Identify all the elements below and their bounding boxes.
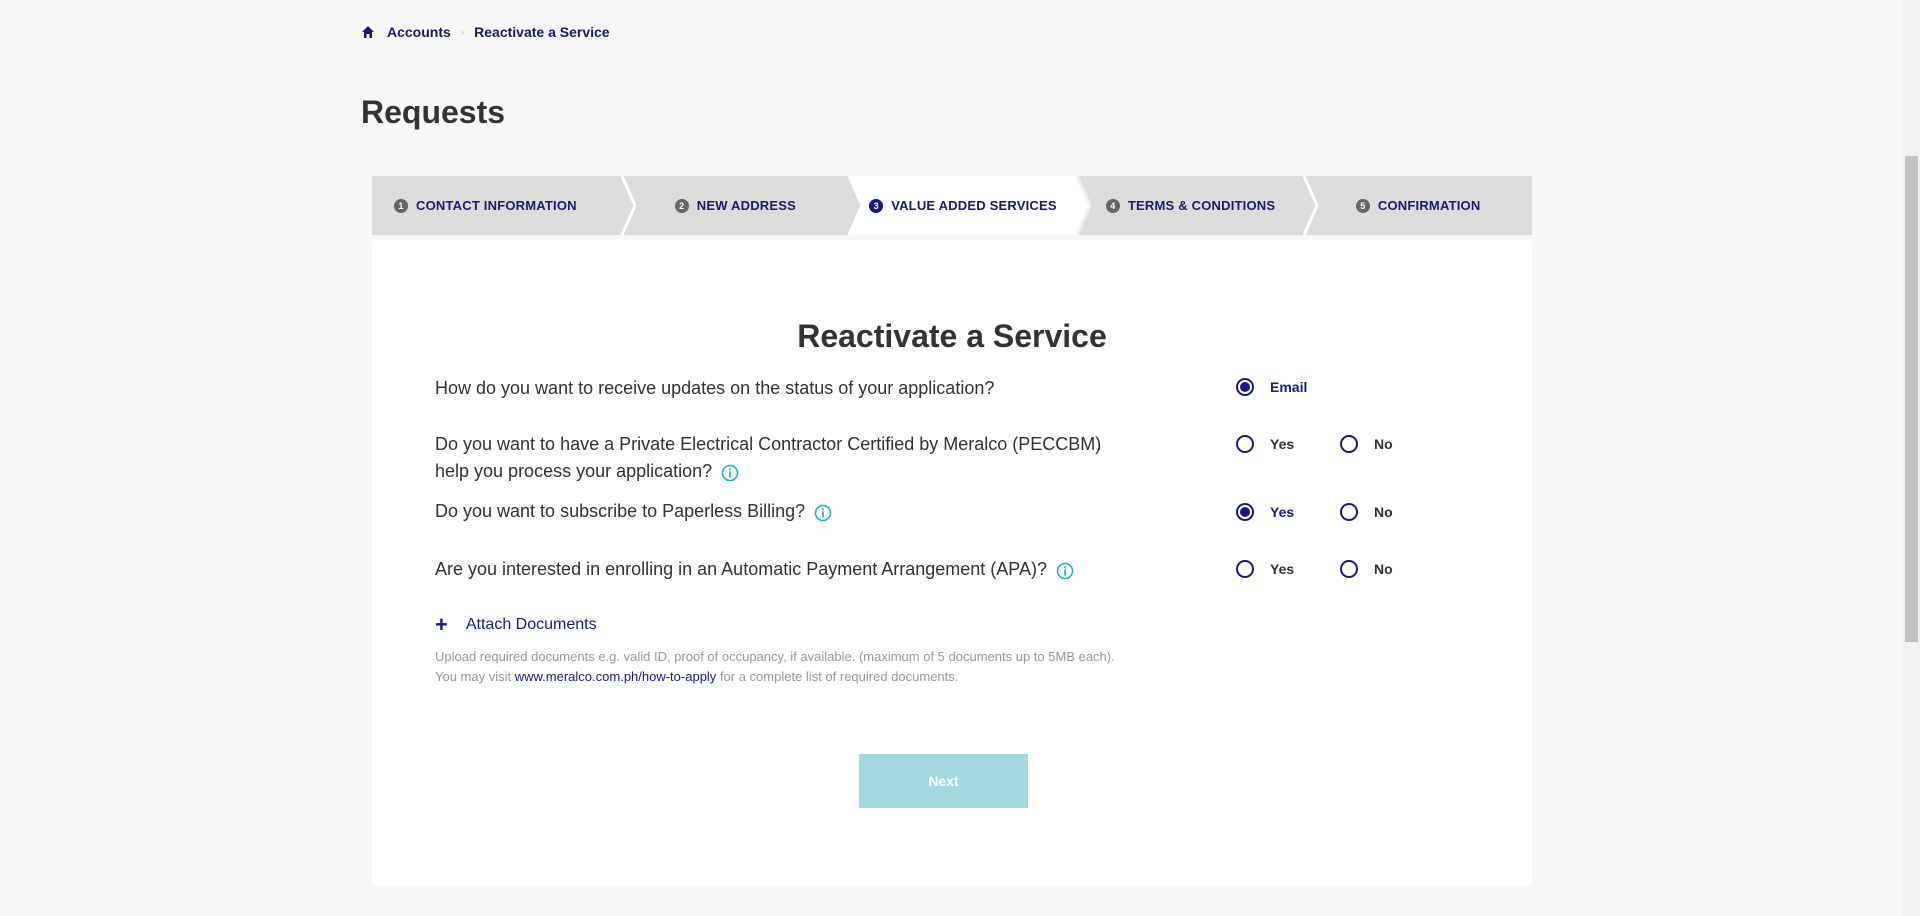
step-label: VALUE ADDED SERVICES — [891, 198, 1057, 213]
option-label: Email — [1270, 379, 1308, 395]
step-label: CONFIRMATION — [1377, 198, 1481, 213]
scrollbar[interactable] — [1903, 0, 1920, 916]
radio-unchecked-icon[interactable] — [1340, 503, 1358, 521]
plus-icon: + — [435, 612, 448, 637]
question-updates: How do you want to receive updates on th… — [435, 375, 994, 402]
radio-checked-icon[interactable] — [1236, 503, 1254, 521]
question-text: Are you interested in enrolling in an Au… — [435, 559, 1047, 579]
form-card: Reactivate a Service How do you want to … — [372, 240, 1532, 886]
step-value-added-services[interactable]: 3 VALUE ADDED SERVICES — [849, 176, 1091, 235]
breadcrumb-accounts-link[interactable]: Accounts — [387, 24, 451, 40]
step-label: NEW ADDRESS — [696, 198, 796, 213]
home-icon[interactable] — [361, 25, 375, 39]
step-chevron — [1074, 176, 1091, 235]
option-label: No — [1374, 436, 1393, 452]
paperless-no-option[interactable]: No — [1340, 503, 1393, 521]
step-number: 5 — [1355, 198, 1370, 213]
step-label: CONTACT INFORMATION — [416, 198, 577, 213]
info-icon[interactable] — [721, 463, 739, 482]
peccbm-no-option[interactable]: No — [1340, 435, 1393, 453]
breadcrumb-current[interactable]: Reactivate a Service — [474, 24, 609, 40]
question-apa: Are you interested in enrolling in an Au… — [435, 556, 1074, 583]
form-title: Reactivate a Service — [797, 318, 1107, 354]
updates-email-option[interactable]: Email — [1236, 378, 1307, 396]
step-confirmation[interactable]: 5 CONFIRMATION — [1304, 176, 1532, 235]
attach-documents-button[interactable]: + Attach Documents — [435, 612, 597, 637]
question-text-line2: help you process your application? — [435, 461, 713, 481]
paperless-yes-option[interactable]: Yes — [1236, 503, 1294, 521]
radio-unchecked-icon[interactable] — [1236, 560, 1254, 578]
question-text: Do you want to subscribe to Paperless Bi… — [435, 501, 806, 521]
attach-note-pre: You may visit — [435, 669, 512, 684]
step-new-address[interactable]: 2 NEW ADDRESS — [621, 176, 864, 235]
option-label: No — [1374, 561, 1393, 577]
radio-unchecked-icon[interactable] — [1340, 435, 1358, 453]
radio-unchecked-icon[interactable] — [1236, 435, 1254, 453]
step-contact-information[interactable]: 1 CONTACT INFORMATION — [372, 176, 636, 235]
step-number: 3 — [869, 198, 884, 213]
attach-note-line1: Upload required documents e.g. valid ID,… — [435, 649, 1115, 664]
breadcrumb-separator: › — [460, 26, 465, 38]
peccbm-yes-option[interactable]: Yes — [1236, 435, 1294, 453]
attach-note: Upload required documents e.g. valid ID,… — [435, 647, 1115, 687]
attach-note-post: for a complete list of required document… — [719, 669, 959, 684]
radio-unchecked-icon[interactable] — [1340, 560, 1358, 578]
question-peccbm: Do you want to have a Private Electrical… — [435, 431, 1101, 485]
question-text-line1: Do you want to have a Private Electrical… — [435, 434, 1102, 454]
step-number: 2 — [674, 198, 689, 213]
attach-documents-label: Attach Documents — [465, 616, 597, 633]
breadcrumb: Accounts › Reactivate a Service — [361, 24, 610, 40]
next-button[interactable]: Next — [859, 754, 1028, 808]
option-label: Yes — [1270, 504, 1295, 520]
step-chevron — [1302, 176, 1319, 235]
radio-checked-icon[interactable] — [1236, 378, 1254, 396]
step-label: TERMS & CONDITIONS — [1127, 198, 1276, 213]
scrollbar-thumb[interactable] — [1905, 156, 1918, 642]
apa-yes-option[interactable]: Yes — [1236, 560, 1294, 578]
step-chevron — [619, 176, 636, 235]
page-title: Requests — [361, 94, 506, 130]
step-number: 4 — [1105, 198, 1120, 213]
option-label: No — [1374, 504, 1393, 520]
progress-stepper: 1 CONTACT INFORMATION 2 NEW ADDRESS 3 VA… — [372, 176, 1532, 235]
step-chevron — [847, 176, 864, 235]
apa-no-option[interactable]: No — [1340, 560, 1393, 578]
info-icon[interactable] — [1056, 561, 1074, 580]
question-paperless: Do you want to subscribe to Paperless Bi… — [435, 498, 832, 525]
how-to-apply-link[interactable]: www.meralco.com.ph/how-to-apply — [515, 669, 717, 684]
info-icon[interactable] — [814, 503, 832, 522]
question-text: How do you want to receive updates on th… — [435, 378, 995, 398]
option-label: Yes — [1270, 561, 1295, 577]
step-terms-conditions[interactable]: 4 TERMS & CONDITIONS — [1076, 176, 1319, 235]
step-number: 1 — [394, 198, 408, 213]
option-label: Yes — [1270, 436, 1295, 452]
